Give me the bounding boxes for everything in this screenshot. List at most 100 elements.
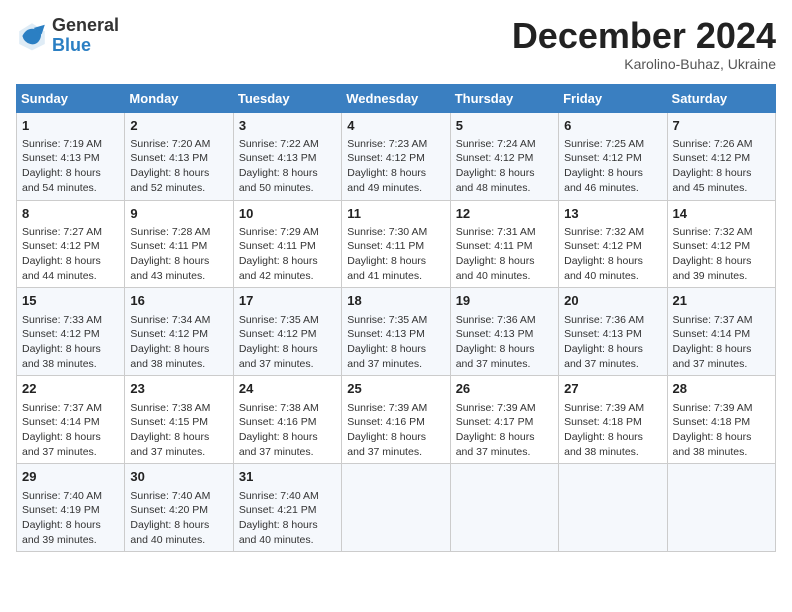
calendar-cell: 10 Sunrise: 7:29 AMSunset: 4:11 PMDayligh… xyxy=(233,200,341,288)
calendar-cell: 13 Sunrise: 7:32 AMSunset: 4:12 PMDayligh… xyxy=(559,200,667,288)
calendar-body: 1 Sunrise: 7:19 AMSunset: 4:13 PMDaylight… xyxy=(17,112,776,552)
calendar-table: SundayMondayTuesdayWednesdayThursdayFrid… xyxy=(16,84,776,553)
day-info: Sunrise: 7:33 AMSunset: 4:12 PMDaylight:… xyxy=(22,313,119,372)
calendar-cell: 8Sunrise: 7:27 AMSunset: 4:12 PMDaylight… xyxy=(17,200,125,288)
calendar-cell: 6 Sunrise: 7:25 AMSunset: 4:12 PMDaylight… xyxy=(559,112,667,200)
day-info: Sunrise: 7:32 AMSunset: 4:12 PMDaylight:… xyxy=(673,225,770,284)
calendar-cell: 21 Sunrise: 7:37 AMSunset: 4:14 PMDayligh… xyxy=(667,288,775,376)
calendar-cell: 7 Sunrise: 7:26 AMSunset: 4:12 PMDaylight… xyxy=(667,112,775,200)
calendar-header: SundayMondayTuesdayWednesdayThursdayFrid… xyxy=(17,84,776,112)
day-info: Sunrise: 7:38 AMSunset: 4:15 PMDaylight:… xyxy=(130,401,227,460)
day-info: Sunrise: 7:39 AMSunset: 4:17 PMDaylight:… xyxy=(456,401,553,460)
calendar-cell: 16 Sunrise: 7:34 AMSunset: 4:12 PMDayligh… xyxy=(125,288,233,376)
day-number: 2 xyxy=(130,117,227,135)
day-info: Sunrise: 7:23 AMSunset: 4:12 PMDaylight:… xyxy=(347,137,444,196)
calendar-cell xyxy=(450,464,558,552)
day-number: 27 xyxy=(564,380,661,398)
day-info: Sunrise: 7:25 AMSunset: 4:12 PMDaylight:… xyxy=(564,137,661,196)
month-title: December 2024 xyxy=(512,16,776,56)
day-info: Sunrise: 7:39 AMSunset: 4:18 PMDaylight:… xyxy=(673,401,770,460)
day-number: 23 xyxy=(130,380,227,398)
weekday-header: Tuesday xyxy=(233,84,341,112)
calendar-cell: 9 Sunrise: 7:28 AMSunset: 4:11 PMDaylight… xyxy=(125,200,233,288)
calendar-cell: 11 Sunrise: 7:30 AMSunset: 4:11 PMDayligh… xyxy=(342,200,450,288)
calendar-week-row: 8Sunrise: 7:27 AMSunset: 4:12 PMDaylight… xyxy=(17,200,776,288)
day-number: 6 xyxy=(564,117,661,135)
calendar-cell: 24Sunrise: 7:38 AMSunset: 4:16 PMDayligh… xyxy=(233,376,341,464)
day-info: Sunrise: 7:37 AMSunset: 4:14 PMDaylight:… xyxy=(22,401,119,460)
calendar-week-row: 22 Sunrise: 7:37 AMSunset: 4:14 PMDayligh… xyxy=(17,376,776,464)
logo-text: General Blue xyxy=(52,16,119,56)
day-info: Sunrise: 7:31 AMSunset: 4:11 PMDaylight:… xyxy=(456,225,553,284)
weekday-header: Monday xyxy=(125,84,233,112)
calendar-cell: 3 Sunrise: 7:22 AMSunset: 4:13 PMDaylight… xyxy=(233,112,341,200)
calendar-week-row: 15Sunrise: 7:33 AMSunset: 4:12 PMDayligh… xyxy=(17,288,776,376)
day-info: Sunrise: 7:35 AMSunset: 4:12 PMDaylight:… xyxy=(239,313,336,372)
calendar-week-row: 1 Sunrise: 7:19 AMSunset: 4:13 PMDaylight… xyxy=(17,112,776,200)
day-info: Sunrise: 7:29 AMSunset: 4:11 PMDaylight:… xyxy=(239,225,336,284)
day-number: 1 xyxy=(22,117,119,135)
day-info: Sunrise: 7:30 AMSunset: 4:11 PMDaylight:… xyxy=(347,225,444,284)
day-number: 18 xyxy=(347,292,444,310)
day-number: 19 xyxy=(456,292,553,310)
calendar-cell: 30 Sunrise: 7:40 AMSunset: 4:20 PMDayligh… xyxy=(125,464,233,552)
day-number: 7 xyxy=(673,117,770,135)
day-number: 13 xyxy=(564,205,661,223)
day-number: 5 xyxy=(456,117,553,135)
calendar-cell: 20 Sunrise: 7:36 AMSunset: 4:13 PMDayligh… xyxy=(559,288,667,376)
page-header: General Blue December 2024 Karolino-Buha… xyxy=(16,16,776,72)
day-number: 21 xyxy=(673,292,770,310)
day-info: Sunrise: 7:39 AMSunset: 4:18 PMDaylight:… xyxy=(564,401,661,460)
weekday-header: Friday xyxy=(559,84,667,112)
day-number: 9 xyxy=(130,205,227,223)
day-info: Sunrise: 7:32 AMSunset: 4:12 PMDaylight:… xyxy=(564,225,661,284)
weekday-header: Wednesday xyxy=(342,84,450,112)
calendar-cell: 31Sunrise: 7:40 AMSunset: 4:21 PMDayligh… xyxy=(233,464,341,552)
logo: General Blue xyxy=(16,16,119,56)
day-number: 20 xyxy=(564,292,661,310)
day-info: Sunrise: 7:37 AMSunset: 4:14 PMDaylight:… xyxy=(673,313,770,372)
calendar-cell: 2 Sunrise: 7:20 AMSunset: 4:13 PMDaylight… xyxy=(125,112,233,200)
day-number: 11 xyxy=(347,205,444,223)
day-number: 17 xyxy=(239,292,336,310)
day-info: Sunrise: 7:20 AMSunset: 4:13 PMDaylight:… xyxy=(130,137,227,196)
calendar-cell: 15Sunrise: 7:33 AMSunset: 4:12 PMDayligh… xyxy=(17,288,125,376)
weekday-row: SundayMondayTuesdayWednesdayThursdayFrid… xyxy=(17,84,776,112)
day-info: Sunrise: 7:22 AMSunset: 4:13 PMDaylight:… xyxy=(239,137,336,196)
calendar-cell: 5Sunrise: 7:24 AMSunset: 4:12 PMDaylight… xyxy=(450,112,558,200)
day-number: 16 xyxy=(130,292,227,310)
day-number: 30 xyxy=(130,468,227,486)
day-info: Sunrise: 7:36 AMSunset: 4:13 PMDaylight:… xyxy=(456,313,553,372)
calendar-cell xyxy=(342,464,450,552)
day-info: Sunrise: 7:34 AMSunset: 4:12 PMDaylight:… xyxy=(130,313,227,372)
location-subtitle: Karolino-Buhaz, Ukraine xyxy=(512,56,776,72)
day-number: 10 xyxy=(239,205,336,223)
day-number: 25 xyxy=(347,380,444,398)
calendar-cell: 29Sunrise: 7:40 AMSunset: 4:19 PMDayligh… xyxy=(17,464,125,552)
calendar-cell xyxy=(667,464,775,552)
day-number: 26 xyxy=(456,380,553,398)
calendar-cell: 17 Sunrise: 7:35 AMSunset: 4:12 PMDayligh… xyxy=(233,288,341,376)
day-info: Sunrise: 7:36 AMSunset: 4:13 PMDaylight:… xyxy=(564,313,661,372)
calendar-cell: 18Sunrise: 7:35 AMSunset: 4:13 PMDayligh… xyxy=(342,288,450,376)
calendar-cell xyxy=(559,464,667,552)
calendar-cell: 26 Sunrise: 7:39 AMSunset: 4:17 PMDayligh… xyxy=(450,376,558,464)
logo-icon xyxy=(16,20,48,52)
day-number: 31 xyxy=(239,468,336,486)
calendar-cell: 4Sunrise: 7:23 AMSunset: 4:12 PMDaylight… xyxy=(342,112,450,200)
day-number: 3 xyxy=(239,117,336,135)
day-info: Sunrise: 7:26 AMSunset: 4:12 PMDaylight:… xyxy=(673,137,770,196)
calendar-cell: 12 Sunrise: 7:31 AMSunset: 4:11 PMDayligh… xyxy=(450,200,558,288)
day-number: 22 xyxy=(22,380,119,398)
weekday-header: Thursday xyxy=(450,84,558,112)
day-info: Sunrise: 7:40 AMSunset: 4:19 PMDaylight:… xyxy=(22,489,119,548)
day-number: 12 xyxy=(456,205,553,223)
day-number: 28 xyxy=(673,380,770,398)
calendar-cell: 28 Sunrise: 7:39 AMSunset: 4:18 PMDayligh… xyxy=(667,376,775,464)
day-info: Sunrise: 7:19 AMSunset: 4:13 PMDaylight:… xyxy=(22,137,119,196)
day-info: Sunrise: 7:28 AMSunset: 4:11 PMDaylight:… xyxy=(130,225,227,284)
calendar-cell: 25 Sunrise: 7:39 AMSunset: 4:16 PMDayligh… xyxy=(342,376,450,464)
weekday-header: Saturday xyxy=(667,84,775,112)
day-info: Sunrise: 7:40 AMSunset: 4:20 PMDaylight:… xyxy=(130,489,227,548)
day-info: Sunrise: 7:39 AMSunset: 4:16 PMDaylight:… xyxy=(347,401,444,460)
